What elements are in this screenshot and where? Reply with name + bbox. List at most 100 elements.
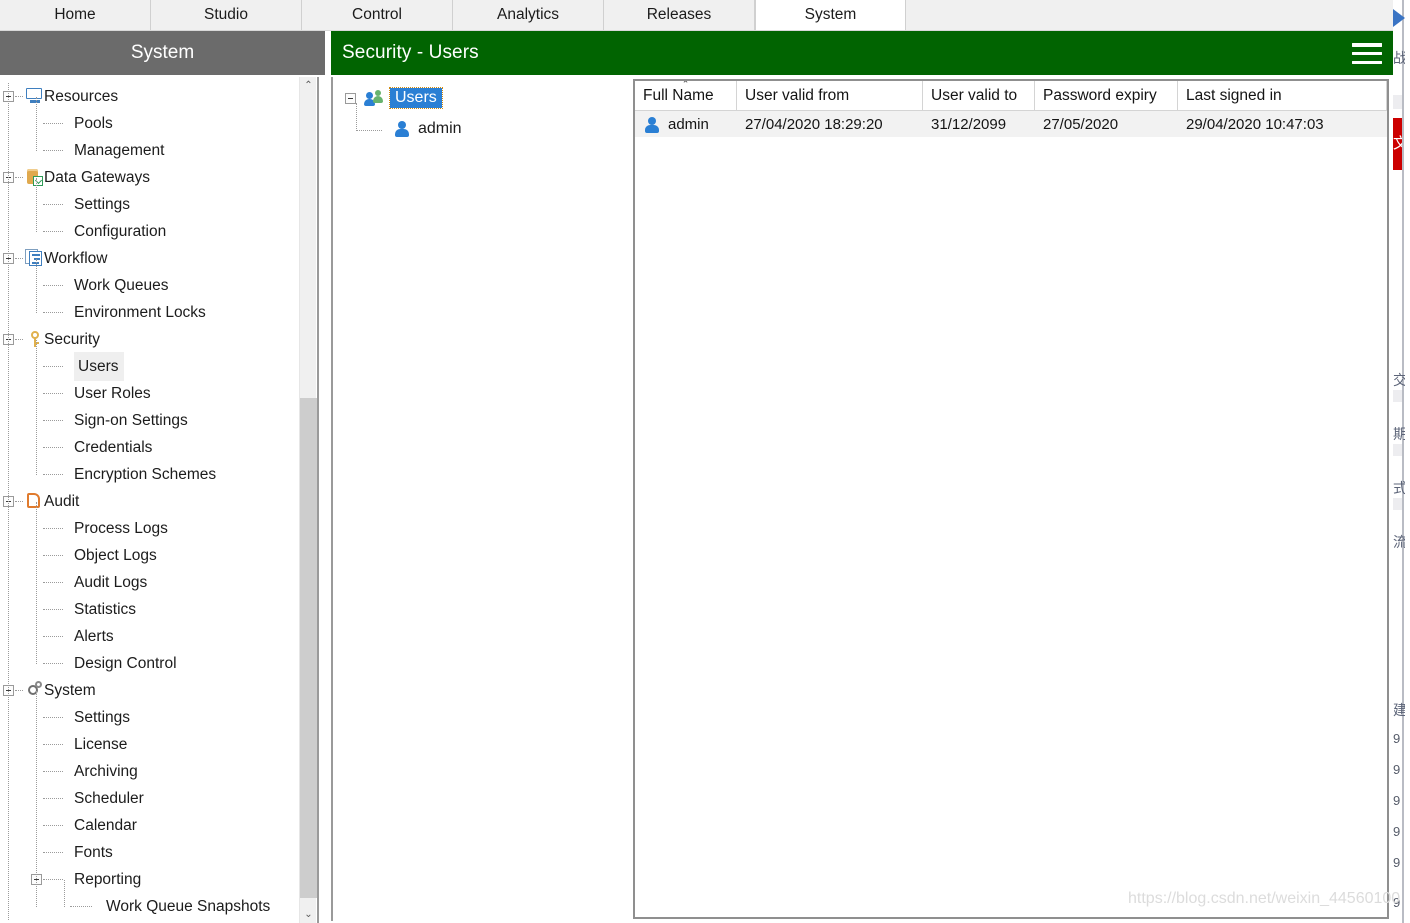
sidebar-item-users[interactable]: Users — [0, 352, 299, 381]
sidebar-item-label: Statistics — [74, 601, 137, 618]
sidebar-item-configuration[interactable]: Configuration — [0, 218, 299, 245]
sidebar-item-object-logs[interactable]: Object Logs — [0, 542, 299, 569]
column-header-user-valid-from[interactable]: User valid from — [737, 81, 923, 110]
tree-connector — [43, 528, 63, 530]
sidebar-item-work-queues[interactable]: Work Queues — [0, 272, 299, 299]
sidebar-item-encryption-schemes[interactable]: Encryption Schemes — [0, 461, 299, 488]
tree-connector — [43, 879, 63, 881]
hamburger-menu-icon[interactable] — [1352, 43, 1382, 64]
tab-system[interactable]: System — [755, 0, 906, 30]
tab-control-label: Control — [352, 6, 402, 23]
user-tree-connector-horizontal — [356, 130, 382, 132]
tree-connector — [70, 906, 92, 908]
tree-guide-branch — [36, 340, 38, 475]
sidebar-scrollbar[interactable]: ⌃ ⌄ — [299, 77, 317, 923]
table-cell-user-valid-to: 31/12/2099 — [923, 111, 1035, 137]
user-tree-node-admin[interactable]: admin — [393, 120, 462, 138]
sidebar-item-design-control[interactable]: Design Control — [0, 650, 299, 677]
tree-connector — [43, 825, 63, 827]
sidebar-item-label: Reporting — [74, 871, 142, 888]
background-window-scrollbar[interactable] — [1402, 0, 1404, 923]
sidebar-item-reporting[interactable]: Reporting — [0, 866, 299, 893]
edge-mark-4: 9 — [1393, 855, 1401, 870]
sidebar-item-workflow[interactable]: Workflow — [0, 245, 299, 272]
column-header-password-expiry[interactable]: Password expiry — [1035, 81, 1178, 110]
sidebar-item-management[interactable]: Management — [0, 137, 299, 164]
tab-control[interactable]: Control — [302, 0, 453, 30]
sidebar-item-audit[interactable]: Audit — [0, 488, 299, 515]
sidebar-item-label: Object Logs — [74, 547, 157, 564]
key-icon — [24, 330, 44, 348]
tab-home[interactable]: Home — [0, 0, 151, 30]
user-tree-expander-icon[interactable] — [345, 92, 356, 104]
users-grid-body: admin 27/04/2020 18:29:20 31/12/2099 27/05/… — [635, 111, 1387, 917]
content-header: Security - Users — [331, 31, 1393, 75]
user-icon — [393, 120, 413, 138]
sidebar-item-data-gateways[interactable]: Data Gateways — [0, 164, 299, 191]
scroll-up-icon[interactable]: ⌃ — [300, 77, 317, 94]
sidebar-item-user-roles[interactable]: User Roles — [0, 380, 299, 407]
tree-connector — [43, 798, 63, 800]
tree-guide-deep — [64, 880, 66, 907]
workflow-icon — [24, 249, 44, 267]
sidebar-item-label: Fonts — [74, 844, 113, 861]
user-tree-node-users[interactable]: Users — [345, 87, 443, 109]
sidebar-item-sign-on-settings[interactable]: Sign-on Settings — [0, 407, 299, 434]
edge-mark-1: 9 — [1393, 762, 1401, 777]
sidebar-tree: Resources Pools Management Data Gateways Set… — [0, 83, 299, 920]
tab-releases-label: Releases — [646, 6, 712, 23]
sidebar-item-settings[interactable]: Settings — [0, 191, 299, 218]
tree-guide-root — [8, 83, 10, 920]
tree-connector — [15, 96, 23, 98]
sidebar-divider — [317, 77, 319, 923]
sidebar-item-settings[interactable]: Settings — [0, 704, 299, 731]
hamburger-bar-3 — [1352, 60, 1382, 64]
sidebar-item-scheduler[interactable]: Scheduler — [0, 785, 299, 812]
sidebar-item-alerts[interactable]: Alerts — [0, 623, 299, 650]
sidebar-item-system[interactable]: System — [0, 677, 299, 704]
sidebar-item-process-logs[interactable]: Process Logs — [0, 515, 299, 542]
sidebar-item-environment-locks[interactable]: Environment Locks — [0, 299, 299, 326]
sidebar-item-label: Sign-on Settings — [74, 412, 188, 429]
table-cell-full-name: admin — [635, 111, 737, 137]
sidebar-item-credentials[interactable]: Credentials — [0, 434, 299, 461]
table-row[interactable]: admin 27/04/2020 18:29:20 31/12/2099 27/05/… — [635, 111, 1387, 137]
sidebar-item-statistics[interactable]: Statistics — [0, 596, 299, 623]
sidebar-item-label: System — [44, 682, 96, 699]
user-tree-node-users-label: Users — [389, 87, 443, 109]
sidebar-item-label: Settings — [74, 196, 131, 213]
sidebar-item-label: Workflow — [44, 250, 108, 267]
edge-band-1 — [1393, 95, 1402, 109]
tab-bar-filler — [906, 0, 1393, 30]
sidebar-scrollbar-thumb[interactable] — [300, 398, 317, 898]
tree-guide-branch — [36, 97, 38, 151]
user-tree-node-admin-label: admin — [418, 120, 462, 137]
sidebar-item-security[interactable]: Security — [0, 326, 299, 353]
sidebar-item-label: Data Gateways — [44, 169, 150, 186]
sidebar-item-resources[interactable]: Resources — [0, 83, 299, 110]
column-header-user-valid-to[interactable]: User valid to — [923, 81, 1035, 110]
sidebar-item-pools[interactable]: Pools — [0, 110, 299, 137]
tab-studio[interactable]: Studio — [151, 0, 302, 30]
sidebar-item-fonts[interactable]: Fonts — [0, 839, 299, 866]
sidebar-item-license[interactable]: License — [0, 731, 299, 758]
sidebar-item-audit-logs[interactable]: Audit Logs — [0, 569, 299, 596]
sidebar-item-label: User Roles — [74, 385, 151, 402]
sidebar-item-label: Work Queue Snapshots — [106, 898, 271, 915]
column-header-full-name[interactable]: ⌃ Full Name — [635, 81, 737, 110]
edge-band-3 — [1393, 444, 1402, 456]
column-header-last-signed-in[interactable]: Last signed in — [1178, 81, 1387, 110]
sidebar-item-work-queue-snapshots[interactable]: Work Queue Snapshots — [0, 893, 299, 920]
tree-connector — [15, 690, 23, 692]
tab-analytics[interactable]: Analytics — [453, 0, 604, 30]
sidebar-item-archiving[interactable]: Archiving — [0, 758, 299, 785]
column-header-label: User valid from — [745, 86, 850, 104]
sidebar-header-title: System — [130, 42, 195, 63]
play-arrow-icon[interactable] — [1393, 9, 1405, 27]
scroll-down-icon[interactable]: ⌄ — [300, 906, 317, 923]
edge-cn-text-1: 交 — [1393, 372, 1405, 388]
tab-releases[interactable]: Releases — [604, 0, 755, 30]
user-icon — [643, 115, 663, 133]
sidebar-item-calendar[interactable]: Calendar — [0, 812, 299, 839]
gears-icon — [24, 681, 44, 699]
